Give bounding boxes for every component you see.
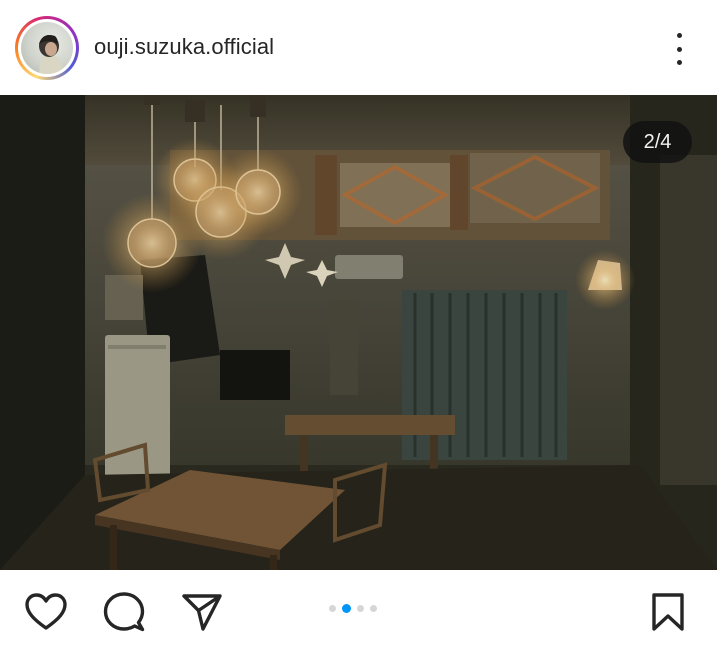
carousel-dot[interactable] (357, 605, 364, 612)
avatar-portrait (39, 35, 65, 74)
bookmark-icon[interactable] (646, 592, 690, 632)
more-dot (676, 60, 682, 65)
carousel-indicator (329, 604, 377, 613)
comment-icon-glyph (103, 592, 145, 632)
carousel-dot[interactable] (370, 605, 377, 612)
post-header: ouji.suzuka.official (0, 0, 717, 95)
image-counter-badge: 2/4 (623, 121, 692, 163)
more-dot (676, 46, 682, 52)
share-icon-glyph (182, 594, 222, 631)
comment-icon[interactable] (102, 592, 146, 632)
avatar[interactable] (15, 16, 79, 80)
carousel-dot[interactable] (329, 605, 336, 612)
bookmark-icon-glyph (652, 593, 684, 631)
carousel-dot-active[interactable] (342, 604, 351, 613)
heart-icon-glyph (25, 593, 67, 630)
username-link[interactable]: ouji.suzuka.official (94, 34, 274, 60)
avatar-gap (18, 19, 76, 77)
heart-icon[interactable] (24, 592, 68, 632)
room-scene (0, 95, 717, 570)
post-photo[interactable] (0, 95, 717, 570)
more-options-icon[interactable] (664, 33, 694, 65)
share-icon[interactable] (180, 592, 224, 632)
more-dot (676, 33, 682, 38)
avatar-photo (21, 22, 73, 74)
